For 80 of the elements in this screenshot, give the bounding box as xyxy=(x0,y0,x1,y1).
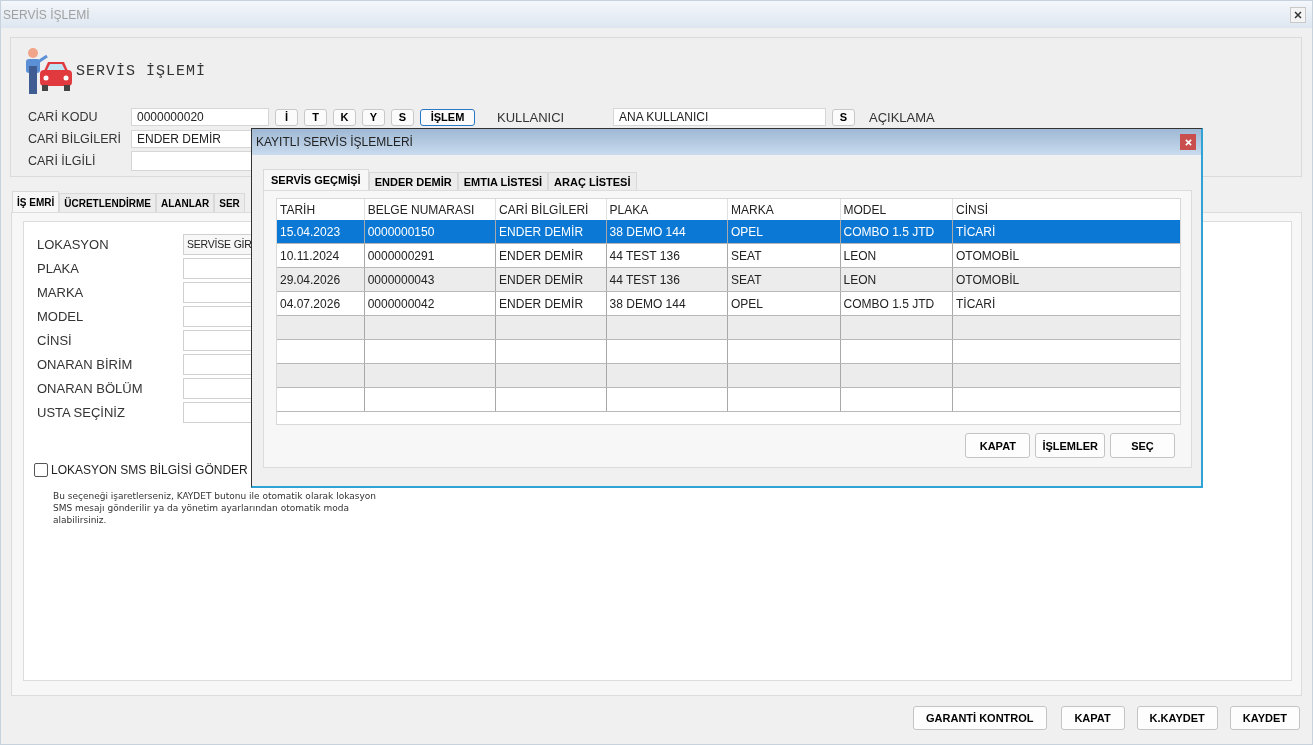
shortcut-button[interactable]: S xyxy=(391,108,414,126)
field-label: MODEL xyxy=(37,308,85,324)
table-cell: 04.07.2026 xyxy=(277,292,365,315)
shortcut-button[interactable]: İŞLEM xyxy=(420,108,475,126)
table-cell-text: OTOMOBİL xyxy=(955,271,1021,289)
table-cell: COMBO 1.5 JTD xyxy=(840,292,954,315)
field-label: LOKASYON xyxy=(37,236,110,252)
table-cell: ENDER DEMİR xyxy=(496,268,607,291)
mechanic-with-car-icon xyxy=(23,46,73,96)
input-field[interactable]: 0000000020 xyxy=(131,108,269,126)
field-label: ONARAN BÖLÜM xyxy=(37,380,144,396)
field-label: AÇIKLAMA xyxy=(869,109,935,125)
close-button[interactable] xyxy=(1290,6,1306,23)
field-label: CARİ BİLGİLERİ xyxy=(27,132,123,146)
table-cell: SEAT xyxy=(728,244,841,267)
tab[interactable]: ÜCRETLENDİRME xyxy=(59,193,156,212)
page-title: SERVİS İŞLEMİ xyxy=(76,62,207,80)
table-cell: 15.04.2023 xyxy=(277,220,365,243)
help-text: Bu seçeneği işaretlerseniz, KAYDET butonu ile otomatik olarak lokasyon SMS mesajı gönderilir ya da yönetim ayarlarından otomatik moda alabilirsiniz. xyxy=(53,490,377,526)
tab[interactable]: SER xyxy=(214,193,245,212)
table-cell: 10.11.2024 xyxy=(277,244,365,267)
table-cell: 44 TEST 136 xyxy=(606,244,729,267)
shortcut-button[interactable]: K xyxy=(333,108,356,126)
tab[interactable]: ALANLAR xyxy=(155,193,215,212)
tab[interactable]: ARAÇ LİSTESİ xyxy=(548,172,637,190)
table-cell: ENDER DEMİR xyxy=(496,292,607,315)
table-cell: ENDER DEMİR xyxy=(496,220,607,243)
dialog-button[interactable]: KAPAT xyxy=(965,433,1031,458)
table-cell: COMBO 1.5 JTD xyxy=(840,220,954,243)
table-cell: 0000000291 xyxy=(364,244,497,267)
field-label: CİNSİ xyxy=(37,332,73,348)
table-cell-text: TİCARİ xyxy=(955,295,997,313)
tab[interactable]: SERVİS GEÇMİŞİ xyxy=(263,169,369,190)
close-icon xyxy=(1184,138,1192,146)
table-row[interactable]: 04.07.2026 0000000042 ENDER DEMİR 38 DEMO 144 OPEL COMBO 1.5 JTD TİCARİ xyxy=(277,292,1180,316)
table-cell: LEON xyxy=(840,268,954,291)
table-cell-text: OTOMOBİL xyxy=(955,247,1021,265)
table-cell: 38 DEMO 144 xyxy=(606,220,729,243)
action-button[interactable]: KAYDET xyxy=(1229,706,1300,730)
field-label: MARKA xyxy=(37,284,85,300)
dialog-title: KAYITLI SERVİS İŞLEMLERİ xyxy=(256,135,413,149)
table-cell: OPEL xyxy=(728,220,841,243)
tab[interactable]: İŞ EMRİ xyxy=(12,191,60,212)
table-cell: 44 TEST 136 xyxy=(606,268,729,291)
table-cell: 0000000150 xyxy=(364,220,497,243)
table-cell: 29.04.2026 xyxy=(277,268,365,291)
action-button[interactable]: KAPAT xyxy=(1060,706,1125,730)
checkbox-label: LOKASYON SMS BİLGİSİ GÖNDER xyxy=(51,463,248,477)
table-cell: 38 DEMO 144 xyxy=(606,292,729,315)
table-row[interactable]: 29.04.2026 0000000043 ENDER DEMİR 44 TEST 136 SEAT LEON OTOMOBİL xyxy=(277,268,1180,292)
shortcut-button[interactable]: T xyxy=(304,108,327,126)
column-header: CİNSİ xyxy=(955,201,990,219)
table-row[interactable]: 15.04.2023 0000000150 ENDER DEMİR 38 DEMO 144 OPEL COMBO 1.5 JTD TİCARİ xyxy=(277,220,1180,244)
field-label: KULLANICI xyxy=(497,109,566,125)
field-label: PLAKA xyxy=(37,260,80,276)
close-icon xyxy=(1294,10,1302,19)
action-button[interactable]: K.KAYDET xyxy=(1136,706,1218,730)
table-cell: 0000000043 xyxy=(364,268,497,291)
tab[interactable]: EMTIA LİSTESİ xyxy=(457,172,549,190)
checkbox[interactable] xyxy=(34,463,48,477)
table-cell: LEON xyxy=(840,244,954,267)
dialog-button[interactable]: İŞLEMLER xyxy=(1035,433,1105,458)
input-field[interactable]: ANA KULLANICI xyxy=(613,108,826,126)
tab[interactable]: ENDER DEMİR xyxy=(368,172,458,190)
field-label: CARİ İLGİLİ xyxy=(27,154,97,168)
field-label: CARİ KODU xyxy=(27,110,99,124)
window-title: SERVİS İŞLEMİ xyxy=(3,7,90,22)
select-button[interactable]: S xyxy=(832,108,855,126)
table-cell-text: TİCARİ xyxy=(955,223,997,241)
action-button[interactable]: GARANTİ KONTROL xyxy=(913,706,1047,730)
field-label: ONARAN BİRİM xyxy=(37,356,134,372)
field-label: USTA SEÇİNİZ xyxy=(37,404,126,420)
table-cell: SEAT xyxy=(728,268,841,291)
shortcut-button[interactable]: Y xyxy=(362,108,385,126)
table-cell: 0000000042 xyxy=(364,292,497,315)
table-cell: OPEL xyxy=(728,292,841,315)
dialog-button[interactable]: SEÇ xyxy=(1110,433,1175,458)
shortcut-button[interactable]: İ xyxy=(275,108,298,126)
table-cell: ENDER DEMİR xyxy=(496,244,607,267)
table-row[interactable]: 10.11.2024 0000000291 ENDER DEMİR 44 TEST 136 SEAT LEON OTOMOBİL xyxy=(277,244,1180,268)
